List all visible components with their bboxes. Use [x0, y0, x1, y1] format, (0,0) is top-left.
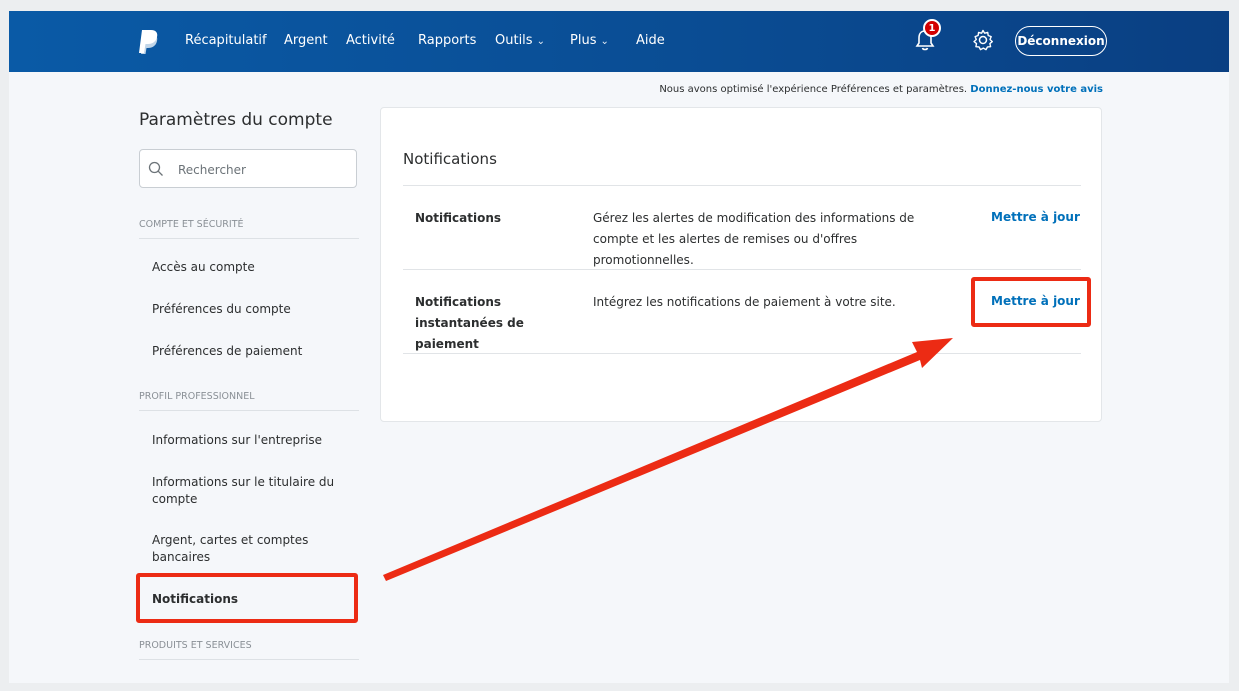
gear-icon[interactable] [971, 28, 995, 52]
notifications-card: Notifications Notifications Gérez les al… [380, 107, 1102, 422]
sidebar-title: Paramètres du compte [139, 110, 333, 130]
nav-item-rapports[interactable]: Rapports [418, 33, 476, 48]
nav-item-argent[interactable]: Argent [284, 33, 328, 48]
sidebar-item-preferences-compte[interactable]: Préférences du compte [152, 301, 352, 318]
sidebar-item-informations-titulaire[interactable]: Informations sur le titulaire du compte [152, 474, 342, 508]
divider [403, 269, 1081, 270]
app-window: Récapitulatif Argent Activité Rapports O… [9, 11, 1229, 683]
feedback-banner: Nous avons optimisé l'expérience Préfére… [659, 84, 1103, 95]
feedback-banner-text: Nous avons optimisé l'expérience Préfére… [659, 84, 968, 95]
divider [403, 185, 1081, 186]
search-icon [148, 161, 163, 176]
section-heading-compte-securite: COMPTE ET SÉCURITÉ [139, 219, 359, 239]
update-notifications-link[interactable]: Mettre à jour [991, 210, 1080, 224]
search-input[interactable] [176, 158, 350, 182]
highlight-box-sidebar-notifications [136, 573, 358, 623]
sidebar-item-acces-compte[interactable]: Accès au compte [152, 259, 352, 276]
logout-button[interactable]: Déconnexion [1015, 26, 1107, 56]
row-label-notifications: Notifications [415, 211, 502, 225]
row-description-ipn: Intégrez les notifications de paiement à… [593, 295, 896, 309]
nav-item-aide[interactable]: Aide [636, 33, 665, 48]
feedback-link[interactable]: Donnez-nous votre avis [970, 84, 1103, 95]
paypal-logo-icon[interactable] [137, 29, 159, 55]
nav-item-activite[interactable]: Activité [346, 33, 395, 48]
nav-item-recapitulatif[interactable]: Récapitulatif [185, 33, 267, 48]
section-heading-profil-professionnel: PROFIL PROFESSIONNEL [139, 391, 359, 411]
chevron-down-icon: ⌄ [536, 36, 545, 47]
nav-item-outils-label: Outils [495, 33, 533, 48]
row-description-notifications: Gérez les alertes de modification des in… [593, 211, 915, 267]
section-heading-produits-services: PRODUITS ET SERVICES [139, 640, 359, 660]
sidebar-item-argent-cartes[interactable]: Argent, cartes et comptes bancaires [152, 532, 322, 566]
sidebar-item-preferences-paiement[interactable]: Préférences de paiement [152, 343, 352, 360]
divider [403, 353, 1081, 354]
top-navigation-bar: Récapitulatif Argent Activité Rapports O… [9, 11, 1229, 72]
nav-item-outils[interactable]: Outils ⌄ [495, 33, 545, 48]
nav-item-plus[interactable]: Plus ⌄ [570, 33, 609, 48]
search-box[interactable] [139, 149, 357, 188]
notification-count-badge: 1 [923, 19, 941, 37]
page-title: Notifications [403, 150, 497, 168]
chevron-down-icon: ⌄ [600, 36, 609, 47]
nav-item-plus-label: Plus [570, 33, 597, 48]
sidebar-item-informations-entreprise[interactable]: Informations sur l'entreprise [152, 432, 352, 449]
highlight-box-update-ipn [971, 277, 1091, 327]
row-label-ipn: Notifications instantanées de paiement [415, 295, 524, 351]
